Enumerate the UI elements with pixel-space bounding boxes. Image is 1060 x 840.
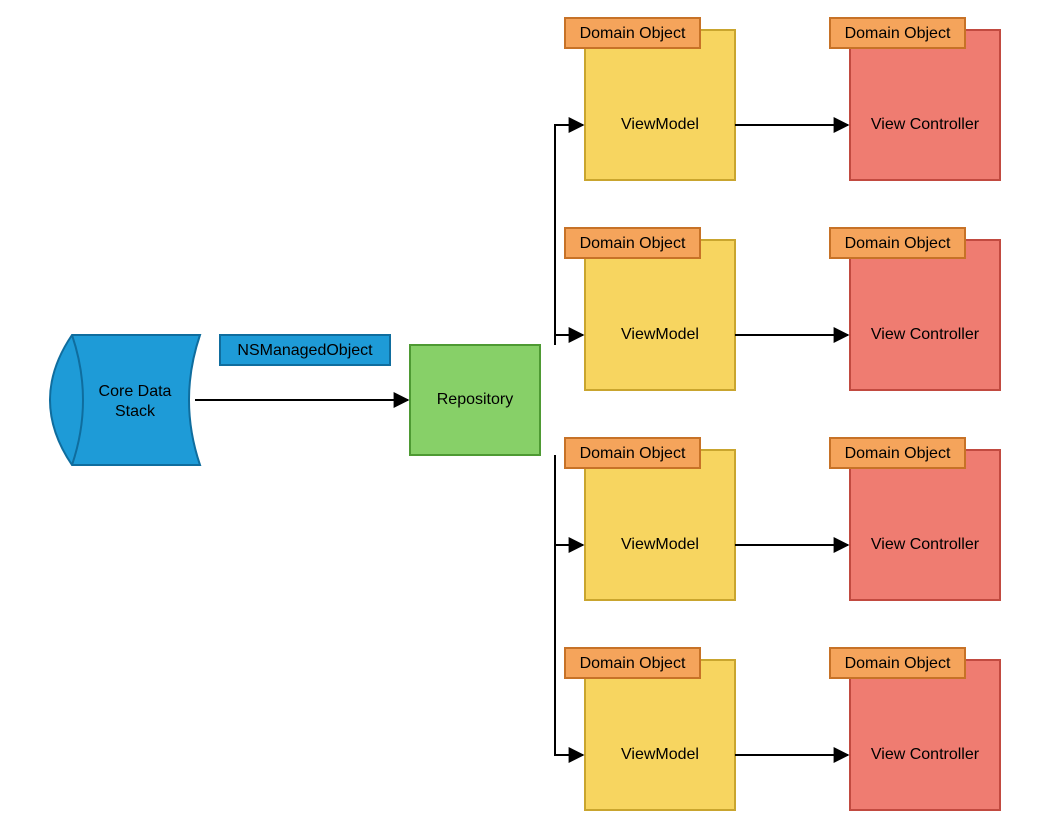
view-controller-label: View Controller <box>871 116 980 133</box>
view-controller-label: View Controller <box>871 746 980 763</box>
arrow-repo-to-viewmodel <box>555 455 583 755</box>
view-controller-box: View Controller <box>850 30 1000 180</box>
domain-object-label: Domain Object <box>580 235 686 252</box>
domain-object-tag: Domain Object <box>830 228 965 258</box>
view-controller-box: View Controller <box>850 660 1000 810</box>
architecture-diagram: Core Data Stack NSManagedObject Repository V… <box>0 0 1060 840</box>
viewmodel-box: ViewModel <box>585 30 735 180</box>
viewmodel-box: ViewModel <box>585 660 735 810</box>
view-controller-box: View Controller <box>850 240 1000 390</box>
domain-object-tag: Domain Object <box>565 438 700 468</box>
viewmodel-label: ViewModel <box>621 536 699 553</box>
domain-object-tag: Domain Object <box>830 438 965 468</box>
domain-object-tag: Domain Object <box>565 648 700 678</box>
view-controller-box: View Controller <box>850 450 1000 600</box>
repository-box: Repository <box>410 345 540 455</box>
arrow-repo-to-viewmodel <box>555 335 583 345</box>
nsmanagedobject-box: NSManagedObject <box>220 335 390 365</box>
domain-object-label: Domain Object <box>845 25 951 42</box>
viewmodel-label: ViewModel <box>621 116 699 133</box>
domain-object-label: Domain Object <box>580 25 686 42</box>
domain-object-tag: Domain Object <box>565 228 700 258</box>
viewmodel-box: ViewModel <box>585 240 735 390</box>
domain-object-tag: Domain Object <box>565 18 700 48</box>
view-controller-label: View Controller <box>871 326 980 343</box>
domain-object-tag: Domain Object <box>830 18 965 48</box>
nsmanagedobject-label: NSManagedObject <box>237 342 373 359</box>
domain-object-label: Domain Object <box>580 655 686 672</box>
viewmodel-label: ViewModel <box>621 746 699 763</box>
viewmodel-box: ViewModel <box>585 450 735 600</box>
core-data-label-2: Stack <box>115 403 156 420</box>
domain-object-label: Domain Object <box>580 445 686 462</box>
repository-label: Repository <box>437 391 513 408</box>
domain-object-label: Domain Object <box>845 235 951 252</box>
domain-object-label: Domain Object <box>845 655 951 672</box>
viewmodel-label: ViewModel <box>621 326 699 343</box>
view-controller-label: View Controller <box>871 536 980 553</box>
domain-object-label: Domain Object <box>845 445 951 462</box>
domain-object-tag: Domain Object <box>830 648 965 678</box>
core-data-label-1: Core Data <box>99 383 172 400</box>
core-data-stack: Core Data Stack <box>50 335 200 465</box>
